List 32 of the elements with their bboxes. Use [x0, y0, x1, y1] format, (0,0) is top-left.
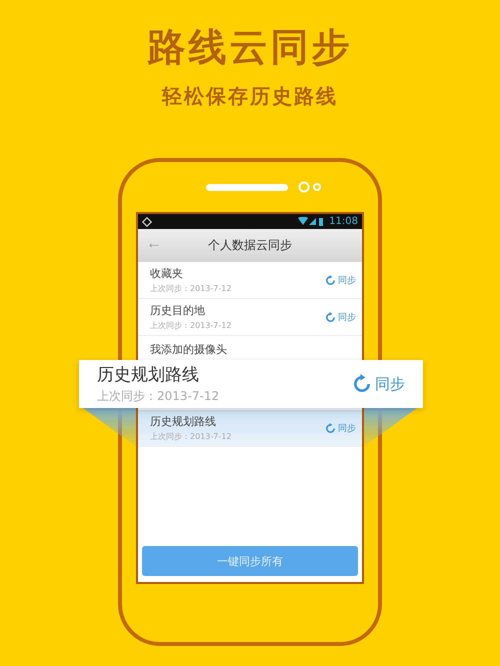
last-sync-date: 上次同步：2013-7-12 — [97, 388, 220, 405]
sync-icon — [325, 422, 336, 434]
sync-button[interactable]: 同步 — [352, 374, 405, 394]
last-sync-date: 上次同步：2013-7-12 — [150, 320, 232, 331]
sync-all-button[interactable]: 一键同步所有 — [142, 546, 358, 576]
sync-icon — [325, 312, 336, 322]
item-title: 收藏夹 — [150, 266, 184, 281]
sync-icon — [325, 274, 336, 286]
subheadline: 轻松保存历史路线 — [162, 83, 338, 110]
last-sync-date: 上次同步：2013-7-12 — [150, 431, 232, 442]
notification-icon — [142, 216, 152, 226]
item-title: 我添加的摄像头 — [150, 342, 228, 357]
back-button[interactable]: ← — [142, 235, 166, 253]
card-title: 历史规划路线 — [97, 364, 200, 386]
item-title: 历史规划路线 — [150, 414, 217, 429]
last-sync-date: 上次同步：2013-7-12 — [150, 283, 232, 294]
card-fold-drawing — [364, 408, 417, 446]
sync-list-item[interactable]: 历史目的地 上次同步：2013-7-12 同步 — [138, 299, 362, 336]
camera-icon — [298, 181, 324, 193]
sync-icon — [352, 374, 372, 394]
sync-button[interactable]: 同步 — [325, 422, 356, 434]
speaker-icon — [206, 184, 288, 190]
app-title: 个人数据云同步 — [208, 237, 292, 254]
item-title: 历史目的地 — [150, 303, 206, 318]
sync-list-item[interactable]: 收藏夹 上次同步：2013-7-12 同步 — [138, 262, 362, 299]
sync-button[interactable]: 同步 — [325, 310, 356, 324]
card-fold-drawing — [83, 408, 136, 446]
sync-list-item[interactable]: 历史规划路线 上次同步：2013-7-12 同步 — [138, 410, 362, 447]
status-time: 11:08 — [329, 216, 358, 227]
headline: 路线云同步 — [148, 24, 352, 71]
sync-button[interactable]: 同步 — [325, 274, 356, 286]
sync-list-item[interactable]: 我添加的摄像头 — [138, 336, 362, 361]
